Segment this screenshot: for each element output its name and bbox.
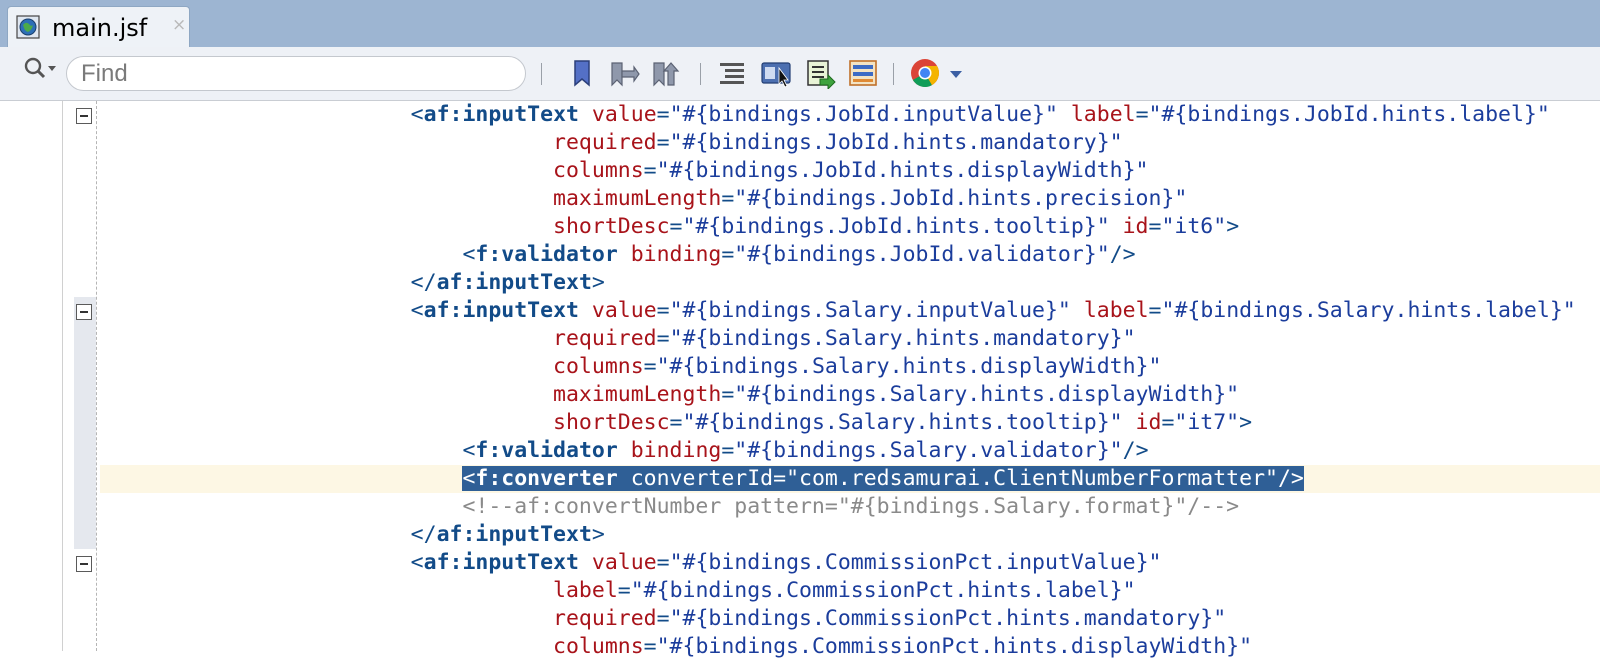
previous-bookmark-button[interactable] bbox=[608, 57, 640, 89]
toolbar-separator bbox=[541, 63, 542, 85]
code-line: <af:inputText value="#{bindings.JobId.in… bbox=[410, 102, 1550, 127]
search-icon[interactable] bbox=[22, 55, 58, 83]
find-input[interactable] bbox=[66, 56, 526, 91]
current-code-line: <f:converter converterId="com.redsamurai… bbox=[100, 465, 1600, 493]
run-in-browser-button[interactable] bbox=[909, 57, 941, 89]
properties-button[interactable] bbox=[847, 57, 879, 89]
code-line: label="#{bindings.CommissionPct.hints.la… bbox=[553, 578, 1136, 603]
next-bookmark-icon bbox=[653, 62, 680, 87]
previous-bookmark-icon bbox=[611, 62, 640, 87]
select-in-projects-button[interactable] bbox=[804, 57, 836, 89]
editor-toolbar bbox=[0, 47, 1600, 101]
code-line: required="#{bindings.CommissionPct.hints… bbox=[553, 606, 1227, 631]
toolbar-separator bbox=[700, 63, 701, 85]
fold-toggle-icon[interactable] bbox=[76, 556, 92, 572]
run-target-icon bbox=[761, 62, 791, 88]
fold-guide bbox=[96, 101, 97, 651]
close-tab-icon[interactable]: × bbox=[172, 15, 186, 35]
code-line: </af:inputText> bbox=[410, 270, 605, 295]
code-line: required="#{bindings.Salary.hints.mandat… bbox=[553, 326, 1136, 351]
format-button[interactable] bbox=[716, 57, 748, 89]
tab-title: main.jsf bbox=[52, 14, 148, 42]
code-line: <!--af:convertNumber pattern="#{bindings… bbox=[100, 493, 1600, 521]
code-line: shortDesc="#{bindings.Salary.hints.toolt… bbox=[553, 410, 1253, 435]
fold-toggle-icon[interactable] bbox=[76, 108, 92, 124]
chrome-browser-icon bbox=[911, 59, 939, 87]
code-line: columns="#{bindings.Salary.hints.display… bbox=[553, 354, 1162, 379]
line-number-gutter bbox=[0, 101, 63, 651]
code-line: columns="#{bindings.JobId.hints.displayW… bbox=[553, 158, 1149, 183]
code-line: <af:inputText value="#{bindings.Salary.i… bbox=[410, 298, 1576, 323]
fold-toggle-icon[interactable] bbox=[76, 304, 92, 320]
code-line: <f:validator binding="#{bindings.Salary.… bbox=[462, 438, 1149, 463]
code-line: columns="#{bindings.CommissionPct.hints.… bbox=[553, 634, 1253, 659]
code-line: <f:validator binding="#{bindings.JobId.v… bbox=[462, 242, 1136, 267]
code-line: <af:inputText value="#{bindings.Commissi… bbox=[410, 550, 1162, 575]
jsf-file-icon bbox=[16, 15, 40, 39]
chevron-down-icon bbox=[950, 71, 962, 78]
code-line: required="#{bindings.JobId.hints.mandato… bbox=[553, 130, 1123, 155]
code-editor[interactable]: <af:inputText value="#{bindings.JobId.in… bbox=[0, 101, 1600, 659]
code-line: shortDesc="#{bindings.JobId.hints.toolti… bbox=[553, 214, 1240, 239]
run-target-button[interactable] bbox=[760, 57, 792, 89]
tab-main-jsf[interactable]: main.jsf × bbox=[7, 6, 190, 47]
format-lines-icon bbox=[720, 63, 744, 84]
code-line: maximumLength="#{bindings.Salary.hints.d… bbox=[553, 382, 1240, 407]
browser-dropdown-button[interactable] bbox=[946, 57, 966, 89]
selected-text: <f:converter converterId="com.redsamurai… bbox=[462, 466, 1304, 491]
next-bookmark-button[interactable] bbox=[650, 57, 682, 89]
select-in-projects-icon bbox=[807, 60, 836, 89]
toggle-bookmark-button[interactable] bbox=[566, 57, 598, 89]
bookmark-icon bbox=[574, 60, 590, 87]
code-line: maximumLength="#{bindings.JobId.hints.pr… bbox=[553, 186, 1188, 211]
fold-range-highlight bbox=[74, 297, 96, 549]
properties-icon bbox=[849, 60, 877, 86]
code-comment: <!--af:convertNumber pattern="#{bindings… bbox=[462, 494, 1240, 519]
code-line: </af:inputText> bbox=[410, 522, 605, 547]
toolbar-separator bbox=[893, 63, 894, 85]
editor-tab-bar: main.jsf × bbox=[0, 0, 1600, 47]
